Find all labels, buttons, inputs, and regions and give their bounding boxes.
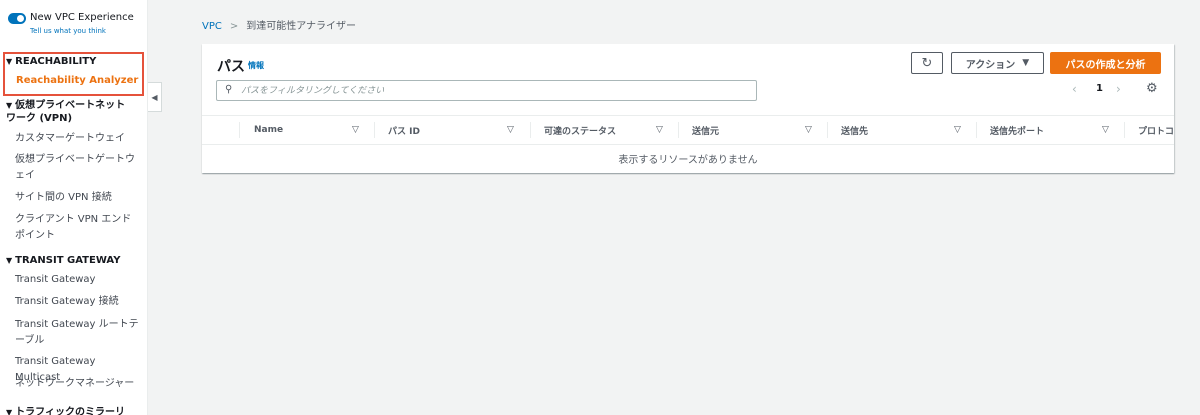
column-label: プロトコ [1138,126,1174,137]
refresh-button[interactable]: ↻ [911,52,943,74]
column-divider [678,122,679,138]
caret-down-icon: ▼ [1022,58,1030,68]
page-number[interactable]: 1 [1096,83,1103,94]
sidebar: New VPC Experience Tell us what you thin… [0,0,148,415]
section-header-label: 仮想プライベートネットワーク (VPN) [6,100,126,124]
column-header-name[interactable]: Name [254,116,283,144]
info-link[interactable]: 情報 [248,60,264,71]
feedback-link[interactable]: Tell us what you think [30,27,106,35]
filter-box: ⚲ [216,80,757,101]
gear-icon[interactable]: ⚙ [1146,81,1158,96]
column-divider [976,122,977,138]
sidebar-item-client-vpn-endpoint[interactable]: クライアント VPN エンドポイント [15,212,140,244]
column-header-protocol[interactable]: プロトコ [1138,116,1174,144]
chevron-right-icon: > [229,21,239,32]
toggle-label: New VPC Experience [30,12,134,23]
column-divider [1124,122,1125,138]
search-icon: ⚲ [225,84,233,95]
column-header-reachability-status[interactable]: 可達のステータス [544,116,616,144]
column-label: パス ID [388,126,420,137]
column-label: 送信先ポート [990,126,1045,137]
empty-table-message: 表示するリソースがありません [618,155,758,166]
sort-icon[interactable]: ▽ [954,116,961,144]
filter-input[interactable] [241,83,741,98]
caret-down-icon: ▼ [6,101,13,110]
sort-icon[interactable]: ▽ [656,116,663,144]
section-header-reachability[interactable]: ▼ REACHABILITY [6,56,96,67]
refresh-icon: ↻ [921,55,933,71]
sidebar-item-transit-gateway[interactable]: Transit Gateway [15,272,140,288]
breadcrumb-current: 到達可能性アナライザー [246,21,357,32]
sort-icon[interactable]: ▽ [507,116,514,144]
section-header-transit-gateway[interactable]: ▼ TRANSIT GATEWAY [6,255,120,266]
chevron-left-icon: ◀ [151,92,158,102]
sidebar-item-reachability-analyzer[interactable]: Reachability Analyzer [16,75,138,86]
sidebar-collapse-button[interactable]: ◀ [148,82,162,112]
sidebar-item-customer-gateway[interactable]: カスタマーゲートウェイ [15,131,140,147]
column-label: Name [254,125,284,135]
column-header-path-id[interactable]: パス ID [388,116,420,144]
chevron-left-icon[interactable]: ‹ [1072,82,1077,96]
column-header-destination[interactable]: 送信先 [841,116,868,144]
paths-table-panel: パス 情報 ↻ アクション ▼ パスの作成と分析 ⚲ ‹ 1 › ⚙ Name ▽… [202,44,1174,173]
sidebar-item-network-manager[interactable]: ネットワークマネージャー [15,376,140,392]
caret-down-icon: ▼ [6,256,13,265]
section-header-label: TRANSIT GATEWAY [15,255,121,266]
column-label: 可達のステータス [544,126,617,137]
actions-dropdown-button[interactable]: アクション ▼ [951,52,1044,74]
create-and-analyze-path-button[interactable]: パスの作成と分析 [1050,52,1161,74]
breadcrumb: VPC > 到達可能性アナライザー [202,17,356,32]
actions-label: アクション [965,59,1016,71]
section-header-traffic-mirroring[interactable]: ▼ トラフィックのミラーリ [6,403,125,415]
page-title: パス [217,59,245,75]
section-header-vpn[interactable]: ▼ 仮想プライベートネットワーク (VPN) [6,99,134,125]
sort-icon[interactable]: ▽ [805,116,812,144]
sidebar-item-virtual-private-gateway[interactable]: 仮想プライベートゲートウェイ [15,152,140,184]
table-header: Name ▽ パス ID ▽ 可達のステータス ▽ 送信元 ▽ 送信先 ▽ 送信… [202,115,1174,145]
sidebar-item-transit-gateway-route-table[interactable]: Transit Gateway ルートテーブル [15,317,140,349]
sort-icon[interactable]: ▽ [1102,116,1109,144]
sort-icon[interactable]: ▽ [352,116,359,144]
caret-down-icon: ▼ [6,57,13,66]
column-divider [239,122,240,138]
column-divider [530,122,531,138]
sidebar-item-site-to-site-vpn[interactable]: サイト間の VPN 接続 [15,190,140,206]
column-header-destination-port[interactable]: 送信先ポート [990,116,1044,144]
section-header-label: トラフィックのミラーリ [15,407,125,415]
column-header-source[interactable]: 送信元 [692,116,719,144]
section-header-label: REACHABILITY [15,56,97,67]
chevron-right-icon[interactable]: › [1116,82,1121,96]
breadcrumb-link-vpc[interactable]: VPC [202,21,222,32]
caret-down-icon: ▼ [6,408,13,415]
column-label: 送信元 [692,126,720,137]
sidebar-item-transit-gateway-attachment[interactable]: Transit Gateway 接続 [15,294,140,310]
column-divider [827,122,828,138]
column-divider [374,122,375,138]
toggle-switch-icon[interactable] [8,13,26,24]
column-label: 送信先 [841,126,869,137]
